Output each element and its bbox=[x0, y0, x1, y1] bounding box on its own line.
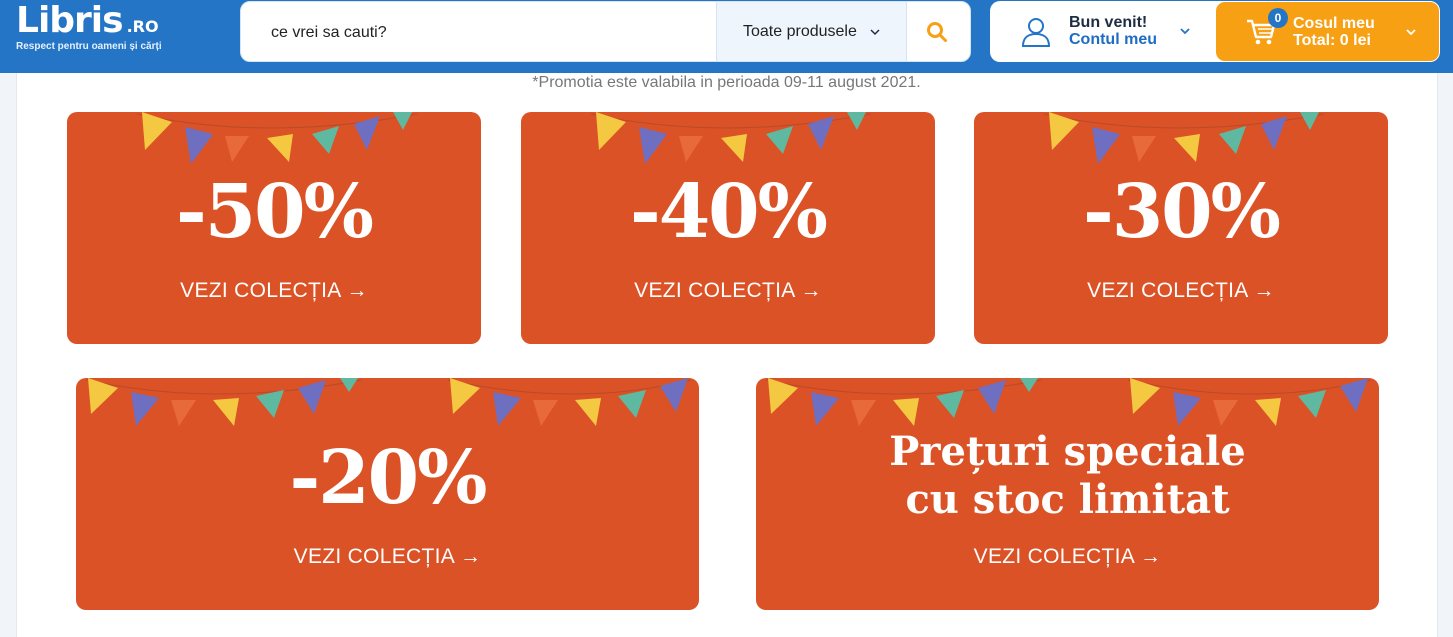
special-prices-headline: Prețuri speciale cu stoc limitat bbox=[756, 428, 1379, 524]
logo-wordmark: Libris bbox=[16, 0, 124, 41]
promo-note: *Promotia este valabila in perioada 09-1… bbox=[532, 74, 921, 91]
cart-button[interactable]: 0 Cosul meu Total: 0 lei bbox=[1215, 1, 1440, 62]
discount-headline: -20% bbox=[289, 435, 487, 521]
view-collection-link[interactable]: VEZI COLECȚIA → bbox=[67, 279, 481, 303]
bunting-decoration bbox=[136, 112, 418, 164]
libris-logo[interactable]: Libris .RO Respect pentru oameni și cărț… bbox=[16, 0, 162, 53]
account-menu[interactable]: Bun venit! Contul meu bbox=[990, 1, 1230, 62]
account-link[interactable]: Contul meu bbox=[1069, 31, 1157, 48]
chevron-down-icon bbox=[1180, 28, 1190, 35]
search-bar: Toate produsele bbox=[240, 1, 971, 62]
view-collection-link[interactable]: VEZI COLECȚIA → bbox=[756, 545, 1379, 569]
category-dropdown[interactable]: Toate produsele bbox=[716, 2, 907, 61]
view-collection-link[interactable]: VEZI COLECȚIA → bbox=[974, 279, 1388, 303]
bunting-decoration bbox=[590, 112, 872, 164]
discount-headline: -50% bbox=[175, 169, 374, 255]
logo-tagline: Respect pentru oameni și cărți bbox=[16, 41, 162, 52]
cart-total: Total: 0 lei bbox=[1293, 32, 1371, 49]
special-headline-line2: cu stoc limitat bbox=[905, 476, 1230, 523]
special-headline-line1: Prețuri speciale bbox=[889, 428, 1246, 475]
account-greeting: Bun venit! bbox=[1069, 14, 1148, 31]
bunting-decoration bbox=[1043, 112, 1325, 164]
search-button[interactable] bbox=[917, 14, 957, 50]
chevron-down-icon bbox=[870, 28, 880, 35]
bunting-decoration bbox=[85, 378, 692, 426]
chevron-down-icon bbox=[1406, 29, 1416, 36]
category-selected-label: Toate produsele bbox=[743, 22, 857, 40]
logo-suffix: .RO bbox=[126, 17, 159, 36]
discount-headline: -40% bbox=[629, 169, 828, 255]
discount-headline: -30% bbox=[1082, 169, 1281, 255]
user-icon bbox=[1021, 18, 1051, 47]
search-input[interactable] bbox=[271, 20, 691, 46]
cart-count-badge: 0 bbox=[1268, 8, 1288, 28]
site-header: Libris .RO Respect pentru oameni și cărț… bbox=[0, 0, 1453, 73]
view-collection-link[interactable]: VEZI COLECȚIA → bbox=[76, 545, 699, 569]
view-collection-link[interactable]: VEZI COLECȚIA → bbox=[521, 279, 935, 303]
cart-title: Cosul meu bbox=[1293, 15, 1375, 32]
search-icon bbox=[927, 22, 947, 42]
